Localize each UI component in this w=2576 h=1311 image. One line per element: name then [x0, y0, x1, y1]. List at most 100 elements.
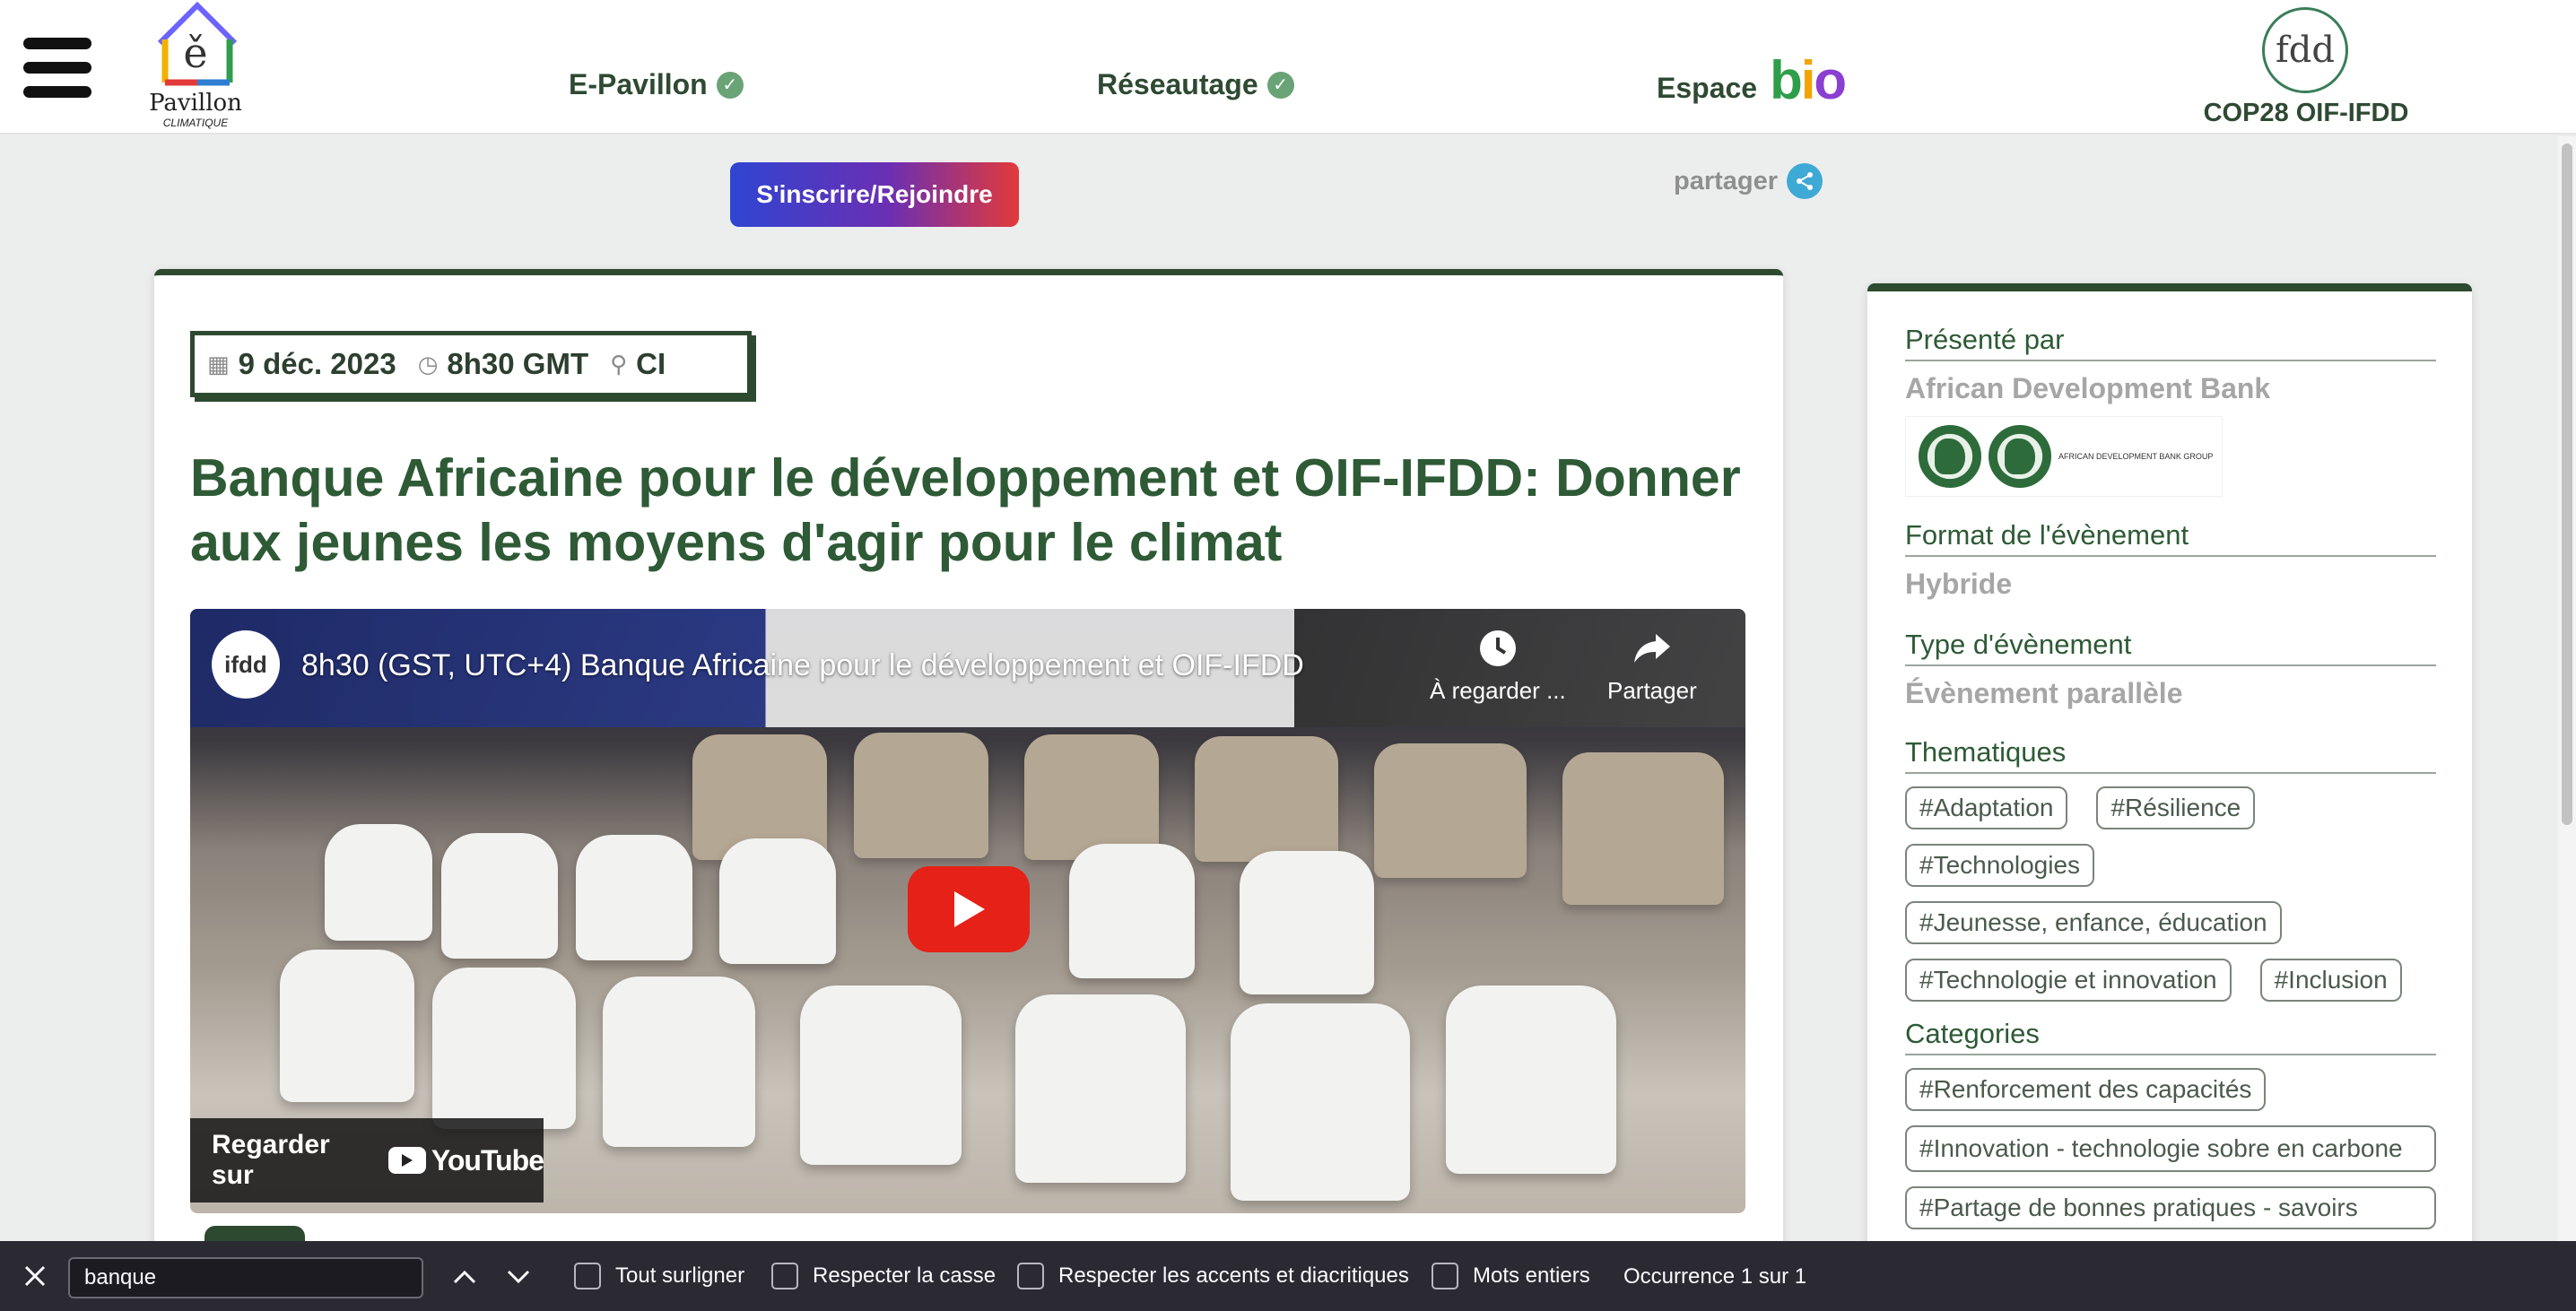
checkbox-box	[1017, 1263, 1044, 1289]
tag-jeunesse[interactable]: #Jeunesse, enfance, éducation	[1905, 901, 2282, 944]
event-details-panel: Présenté par African Development Bank AF…	[1867, 283, 2472, 1288]
themes-label: Thematiques	[1905, 736, 2436, 774]
armchair	[1562, 752, 1724, 905]
youtube-video-player[interactable]: ifdd 8h30 (GST, UTC+4) Banque Africaine …	[190, 609, 1745, 1213]
play-icon	[954, 891, 985, 927]
format-section: Format de l'évènement Hybride	[1905, 519, 2436, 601]
armchair	[1024, 734, 1159, 860]
match-count: Occurrence 1 sur 1	[1623, 1264, 1807, 1289]
location-pin-icon: ⚲	[610, 350, 628, 378]
themes-section: Thematiques #Adaptation #Résilience #Tec…	[1905, 736, 2436, 1002]
categories-tags: #Renforcement des capacités #Innovation …	[1905, 1068, 2436, 1229]
close-icon[interactable]	[20, 1261, 50, 1291]
logo-name: Pavillon	[149, 90, 242, 117]
tag-technologies[interactable]: #Technologies	[1905, 844, 2095, 887]
scrollbar-thumb[interactable]	[2562, 143, 2572, 825]
tag-adaptation[interactable]: #Adaptation	[1905, 786, 2068, 829]
chair	[280, 950, 414, 1102]
tag-inclusion[interactable]: #Inclusion	[2259, 959, 2402, 1002]
checkbox-box	[771, 1263, 798, 1289]
highlight-all-label: Tout surligner	[615, 1263, 745, 1288]
nav-e-pavillon[interactable]: E-Pavillon ✓	[569, 68, 744, 101]
cop-link[interactable]: COP28 OIF-IFDD	[2189, 99, 2424, 128]
previous-match-button[interactable]	[447, 1259, 483, 1295]
categories-section: Categories #Renforcement des capacités #…	[1905, 1018, 2436, 1229]
event-card: ▦ 9 déc. 2023 ◷ 8h30 GMT ⚲ CI Banque Afr…	[154, 269, 1783, 1271]
chair	[603, 977, 755, 1147]
armchair	[1374, 743, 1527, 878]
top-navigation-bar: ě Pavillon CLIMATIQUE E-Pavillon ✓ Résea…	[0, 0, 2576, 135]
nav-espace-bio[interactable]: Espace bio	[1657, 50, 1847, 110]
match-case-checkbox[interactable]: Respecter la casse	[771, 1263, 996, 1289]
event-time-text: 8h30 GMT	[447, 347, 589, 380]
cop-ifdd-logo[interactable]: fdd	[2262, 7, 2348, 93]
event-meta: ▦ 9 déc. 2023 ◷ 8h30 GMT ⚲ CI	[190, 331, 752, 397]
type-value: Évènement parallèle	[1905, 677, 2183, 709]
event-date-text: 9 déc. 2023	[238, 347, 396, 380]
categories-label: Categories	[1905, 1018, 2436, 1055]
tag-renforcement[interactable]: #Renforcement des capacités	[1905, 1068, 2267, 1111]
tag-resilience[interactable]: #Résilience	[2096, 786, 2256, 829]
next-match-button[interactable]	[500, 1259, 536, 1295]
calendar-icon: ▦	[207, 350, 230, 378]
chair	[1446, 985, 1616, 1174]
chair	[441, 833, 558, 959]
chair	[800, 985, 962, 1165]
share-arrow-icon	[1633, 634, 1670, 663]
share-icon	[1787, 163, 1823, 199]
chevron-down-icon	[507, 1270, 530, 1284]
nav-label: E-Pavillon	[569, 68, 708, 100]
pavillon-logo[interactable]: ě Pavillon CLIMATIQUE	[142, 0, 249, 133]
chair	[1069, 844, 1195, 978]
register-join-button[interactable]: S'inscrire/Rejoindre	[730, 162, 1019, 227]
find-in-page-bar: Tout surligner Respecter la casse Respec…	[0, 1241, 2576, 1311]
channel-avatar[interactable]: ifdd	[212, 630, 280, 699]
find-input[interactable]	[68, 1257, 423, 1298]
afdb-globe-icon	[1919, 425, 1981, 488]
chair	[325, 824, 432, 941]
themes-tags: #Adaptation #Résilience #Technologies #J…	[1905, 786, 2436, 1002]
video-title[interactable]: 8h30 (GST, UTC+4) Banque Africaine pour …	[301, 648, 1304, 683]
chair	[576, 835, 692, 960]
video-share-label: Partager	[1607, 677, 1697, 704]
event-title: Banque Africaine pour le développement e…	[190, 448, 1741, 572]
menu-icon[interactable]	[23, 38, 91, 98]
type-section: Type d'évènement Évènement parallèle	[1905, 629, 2436, 710]
armchair	[854, 733, 988, 858]
chair	[432, 968, 576, 1129]
armchair	[1195, 736, 1338, 862]
whole-words-label: Mots entiers	[1473, 1263, 1590, 1288]
event-date: ▦ 9 déc. 2023	[207, 347, 396, 381]
checkbox-box	[574, 1263, 601, 1289]
chair	[719, 838, 836, 964]
share-button[interactable]: partager	[1674, 163, 1823, 199]
tag-innovation-sobre[interactable]: #Innovation - technologie sobre en carbo…	[1905, 1125, 2436, 1172]
afdb-globe-icon	[1989, 425, 2051, 488]
tag-partage-pratiques[interactable]: #Partage de bonnes pratiques - savoirs	[1905, 1186, 2436, 1229]
bio-logo: bio	[1770, 50, 1847, 110]
nav-label: Espace	[1657, 71, 1758, 104]
nav-reseautage[interactable]: Réseautage ✓	[1097, 68, 1294, 101]
presenter-logo-text: AFRICAN DEVELOPMENT BANK GROUP	[2058, 452, 2214, 461]
event-time: ◷ 8h30 GMT	[418, 347, 588, 381]
play-button[interactable]	[908, 866, 1030, 952]
match-diacritics-checkbox[interactable]: Respecter les accents et diacritiques	[1017, 1263, 1409, 1289]
youtube-play-icon	[387, 1147, 426, 1174]
chair	[1240, 851, 1374, 994]
watch-later-label: À regarder ...	[1430, 677, 1566, 704]
watch-on-youtube-button[interactable]: Regarder sur YouTube	[190, 1118, 544, 1202]
whole-words-checkbox[interactable]: Mots entiers	[1432, 1263, 1590, 1289]
checkbox-box	[1432, 1263, 1458, 1289]
match-case-label: Respecter la casse	[813, 1263, 996, 1288]
tag-technologie-innovation[interactable]: #Technologie et innovation	[1905, 959, 2232, 1002]
logo-mark: ě	[183, 29, 208, 77]
chevron-up-icon	[453, 1270, 476, 1284]
highlight-all-checkbox[interactable]: Tout surligner	[574, 1263, 744, 1289]
match-diacritics-label: Respecter les accents et diacritiques	[1058, 1263, 1409, 1288]
video-share-button[interactable]: Partager	[1607, 629, 1697, 705]
type-label: Type d'évènement	[1905, 629, 2436, 666]
watch-later-button[interactable]: À regarder ...	[1430, 629, 1566, 705]
youtube-wordmark: YouTube	[431, 1143, 544, 1176]
chair	[1231, 1003, 1410, 1201]
logo-subtitle: CLIMATIQUE	[162, 117, 229, 129]
